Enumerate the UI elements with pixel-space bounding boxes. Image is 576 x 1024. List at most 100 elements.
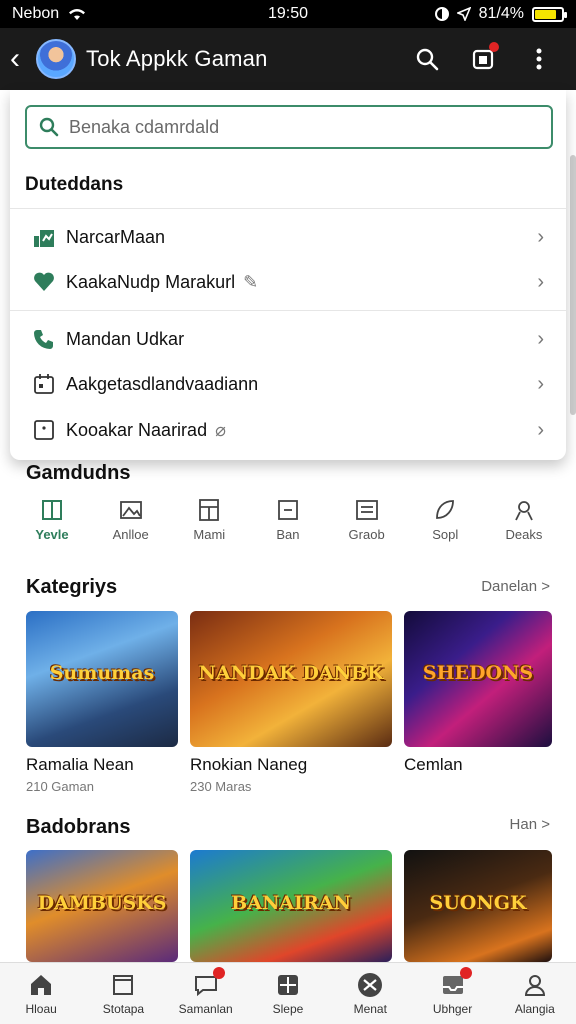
app-bar-actions [414,42,566,72]
game-card[interactable]: SUONGK [404,850,552,962]
game-logo: DAMBUSKS [37,891,167,914]
section-title-badobrans: Badobrans [26,816,131,838]
section-title-categories: Gamdudns [26,462,131,484]
category-tab-1[interactable]: Anlloe [93,497,169,542]
game-thumbnail: Sumumas [26,611,178,747]
chevron-right-icon: › [537,225,544,248]
game-thumbnail: BANAIRAN [190,850,392,962]
category-tab-4[interactable]: Graob [329,497,405,542]
dropdown-item-0[interactable]: NarcarMaan › [10,215,566,259]
dropdown-item-3[interactable]: Aakgetasdlandvaadiann › [10,362,566,406]
notifications-icon[interactable] [470,42,499,72]
search-box[interactable] [25,105,553,149]
chevron-right-icon: › [537,372,544,395]
game-card[interactable]: BANAIRAN [190,850,392,962]
bottom-nav: Hloau Stotapa Samanlan Slepe Menat Ubhge… [0,962,576,1024]
game-subtitle: 210 Gaman [26,779,94,794]
see-all-link[interactable]: Danelan > [481,578,550,595]
game-card[interactable]: Sumumas Ramalia Nean 210 Gaman [26,611,178,794]
game-subtitle: 230 Maras [190,779,252,794]
game-logo: SUONGK [429,891,527,914]
notification-badge [489,42,499,52]
dropdown-item-2[interactable]: Mandan Udkar › [10,317,566,361]
square-icon [32,418,56,442]
game-title: Ramalia Nean [26,755,134,774]
battery-icon [532,6,567,22]
game-title: Cemlan [404,755,463,774]
nav-label: Samanlan [178,1001,233,1016]
home-icon [28,972,54,998]
status-bar: Nebon 19:50 81/4% [0,0,576,28]
category-label: Graob [348,527,385,542]
battery-fill [535,9,557,19]
see-all-link[interactable]: Han > [510,816,550,833]
nav-label: Stotapa [102,1001,145,1016]
category-label: Sopl [432,527,459,542]
leaf-icon [432,497,458,523]
dropdown-item-4[interactable]: Kooakar Naarirad ⌀ › [10,408,566,452]
section-title-kategriys: Kategriys [26,576,118,598]
game-thumbnail: DAMBUSKS [26,850,178,962]
pin-icon: ✎ [243,271,259,292]
person-icon [511,497,537,523]
dropdown-heading: Duteddans [25,174,124,195]
scrollbar[interactable] [570,155,576,415]
notification-badge [212,966,225,979]
calculator-icon [196,497,222,523]
dropdown-item-1[interactable]: KaakaNudp Marakurl ✎ › [10,260,566,304]
search-icon[interactable] [414,46,440,72]
status-time: 19:50 [267,5,309,22]
game-card[interactable]: NANDAK DANBK Rnokian Naneg 230 Maras [190,611,392,794]
more-vert-icon[interactable] [526,46,552,72]
list-icon [354,497,380,523]
dropdown-item-label: NarcarMaan [66,226,166,247]
avatar[interactable] [36,39,76,79]
back-icon[interactable]: ‹ [10,44,32,74]
nav-item-5[interactable]: Ubhger [418,966,488,1016]
nav-label: Alangia [514,1001,555,1016]
nav-label: Slepe [272,1001,304,1016]
category-tab-2[interactable]: Mami [171,497,247,542]
nav-item-0[interactable]: Hloau [6,972,76,1016]
nav-item-6[interactable]: Alangia [500,972,570,1016]
game-logo: BANAIRAN [231,891,351,914]
book-icon [39,497,65,523]
search-input[interactable] [69,116,509,138]
nav-item-3[interactable]: Slepe [253,972,323,1016]
category-tab-3[interactable]: Ban [250,497,326,542]
category-label: Deaks [505,527,543,542]
dropdown-item-label: KaakaNudp Marakurl [66,271,236,292]
phone-icon [32,327,56,351]
nav-item-1[interactable]: Stotapa [88,972,158,1016]
dropdown-item-label: Kooakar Naarirad [66,419,208,440]
chat-icon [193,966,225,998]
notification-badge [459,966,472,979]
chevron-right-icon: › [537,327,544,350]
game-card[interactable]: SHEDONS Cemlan [404,611,552,794]
nav-label: Ubhger [432,1001,473,1016]
nav-label: Hloau [25,1001,57,1016]
search-field-icon [39,117,59,137]
chart-icon [32,225,56,249]
game-logo: Sumumas [49,661,155,684]
game-thumbnail: SHEDONS [404,611,552,747]
chevron-right-icon: › [537,418,544,441]
grid-icon [275,972,301,998]
chevron-right-icon: › [537,270,544,293]
nav-item-4[interactable]: Menat [335,972,405,1016]
search-dropdown-panel: Duteddans NarcarMaan › KaakaNudp Marakur… [10,90,566,460]
category-tab-6[interactable]: Deaks [486,497,562,542]
category-tab-5[interactable]: Sopl [407,497,483,542]
nav-item-2[interactable]: Samanlan [171,966,241,1016]
game-card[interactable]: DAMBUSKS [26,850,178,962]
inbox-icon [440,966,472,998]
game-logo: SHEDONS [422,661,534,684]
dropdown-item-label: Aakgetasdlandvaadiann [66,373,259,394]
nav-label: Menat [353,1001,387,1016]
calendar-icon [32,372,56,396]
category-label: Yevle [35,527,69,542]
category-tab-0[interactable]: Yevle [14,497,90,542]
game-thumbnail: NANDAK DANBK [190,611,392,747]
badobrans-cards: DAMBUSKS BANAIRAN SUONGK [26,850,556,962]
game-thumbnail: SUONGK [404,850,552,962]
